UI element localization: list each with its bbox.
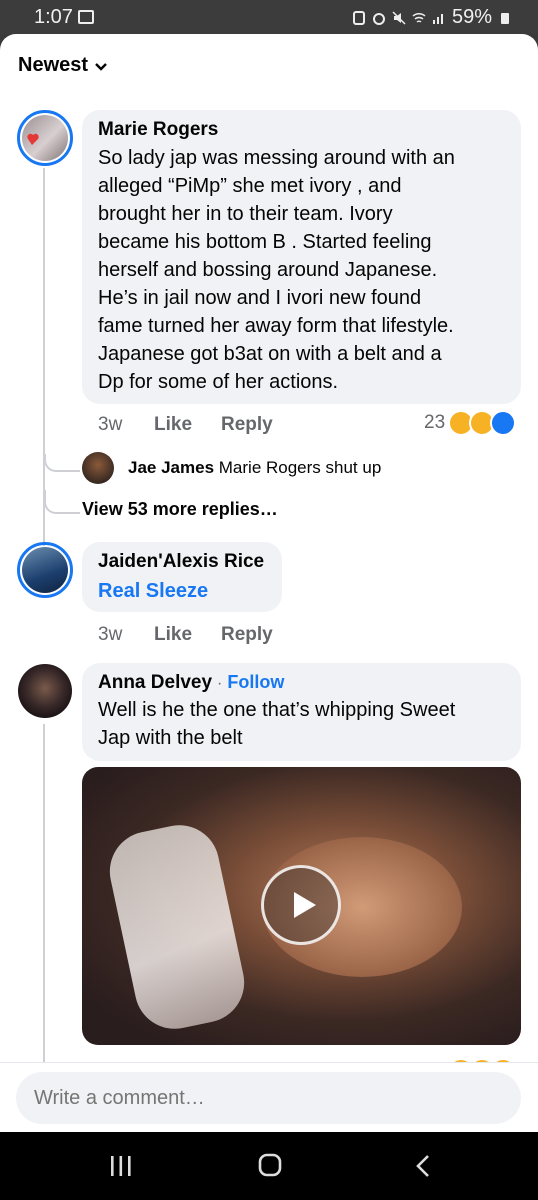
reply-avatar[interactable] (82, 452, 114, 484)
avatar[interactable] (18, 664, 72, 718)
reply-button[interactable]: Reply (221, 414, 273, 436)
calendar-icon (78, 10, 94, 24)
alarm-icon (372, 12, 385, 25)
sort-label: Newest (18, 54, 89, 76)
comment-link-text[interactable]: Real Sleeze (98, 580, 266, 603)
comment-text-line: Japanese got b3at on with a belt and a (98, 343, 442, 365)
play-icon (294, 892, 316, 918)
status-time: 1:07 (34, 6, 73, 28)
comments-sheet: Newest Marie Rogers So lady jap was mess… (0, 34, 538, 1132)
like-reaction-icon (490, 410, 517, 436)
comment-text-line: Dp for some of her actions. (98, 371, 339, 393)
comment-bubble[interactable]: Jaiden'Alexis Rice Real Sleeze (82, 542, 282, 612)
video-frame-detail (102, 817, 252, 1037)
comment-text-line: became his bottom B . Started feeling (98, 231, 432, 253)
battery-percent: 59% (451, 6, 492, 28)
comment-composer (0, 1062, 538, 1133)
comment-author[interactable]: Anna Delvey (98, 672, 212, 694)
comment-author[interactable]: Marie Rogers (98, 119, 505, 141)
comment-timestamp: 3w (98, 624, 123, 645)
wifi-icon (412, 12, 426, 23)
status-icons: 59% (352, 6, 512, 29)
status-bar: 1:07 59% (0, 0, 538, 34)
avatar[interactable] (22, 547, 68, 593)
comment-text-line: fame turned her away form that lifestyle… (98, 315, 454, 337)
comment-text: Well is he the one that’s whipping Sweet… (98, 696, 505, 752)
comment-text-line: herself and bossing around Japanese. (98, 259, 438, 281)
recent-apps-icon[interactable] (108, 1154, 134, 1178)
thread-line (43, 724, 45, 1098)
reply-preview[interactable]: Jae James Marie Rogers shut up (128, 458, 381, 478)
comment-text-line: alleged “PiMp” she met ivory , and (98, 175, 402, 197)
comment-author[interactable]: Jaiden'Alexis Rice (98, 551, 266, 573)
like-button[interactable]: Like (154, 414, 192, 436)
comment-text-line: Jap with the belt (98, 727, 243, 749)
comment-text-line: So lady jap was messing around with an (98, 147, 455, 169)
reaction-count: 23 (424, 412, 446, 433)
comment-text-line: He’s in jail now and I ivori new found (98, 287, 422, 309)
view-more-connector (44, 490, 80, 514)
sort-dropdown[interactable]: Newest (18, 54, 108, 77)
comment-text-line: Well is he the one that’s whipping Sweet (98, 699, 456, 721)
follow-button[interactable]: Follow (227, 672, 284, 693)
heart-sticker-icon (27, 133, 39, 145)
view-more-replies-link[interactable]: View 53 more replies… (82, 499, 278, 520)
sim-icon (352, 10, 365, 25)
reaction-summary[interactable]: 23 (424, 410, 517, 436)
like-button[interactable]: Like (154, 624, 192, 646)
comment-bubble[interactable]: Marie Rogers So lady jap was messing aro… (82, 110, 521, 404)
reply-button[interactable]: Reply (221, 624, 273, 646)
chevron-down-icon (95, 62, 107, 71)
play-button[interactable] (261, 865, 341, 945)
battery-icon (501, 12, 509, 24)
separator-dot: · (217, 675, 223, 692)
android-nav-bar (0, 1132, 538, 1200)
avatar[interactable] (22, 115, 68, 161)
comment-text-line: brought her in to their team. Ivory (98, 203, 393, 225)
video-attachment[interactable] (82, 767, 521, 1045)
home-icon[interactable] (257, 1152, 283, 1178)
reply-author[interactable]: Jae James (128, 458, 214, 477)
reply-text: Marie Rogers shut up (218, 458, 382, 477)
comment-timestamp: 3w (98, 414, 123, 435)
comment-input[interactable] (16, 1072, 521, 1124)
comment-bubble[interactable]: Anna Delvey · Follow Well is he the one … (82, 663, 521, 761)
mute-icon (392, 10, 406, 25)
signal-icon (432, 13, 443, 24)
reply-connector (44, 454, 80, 472)
comment-text: So lady jap was messing around with an a… (98, 144, 505, 396)
back-icon[interactable] (412, 1153, 436, 1179)
comment-header: Anna Delvey · Follow (98, 672, 505, 694)
